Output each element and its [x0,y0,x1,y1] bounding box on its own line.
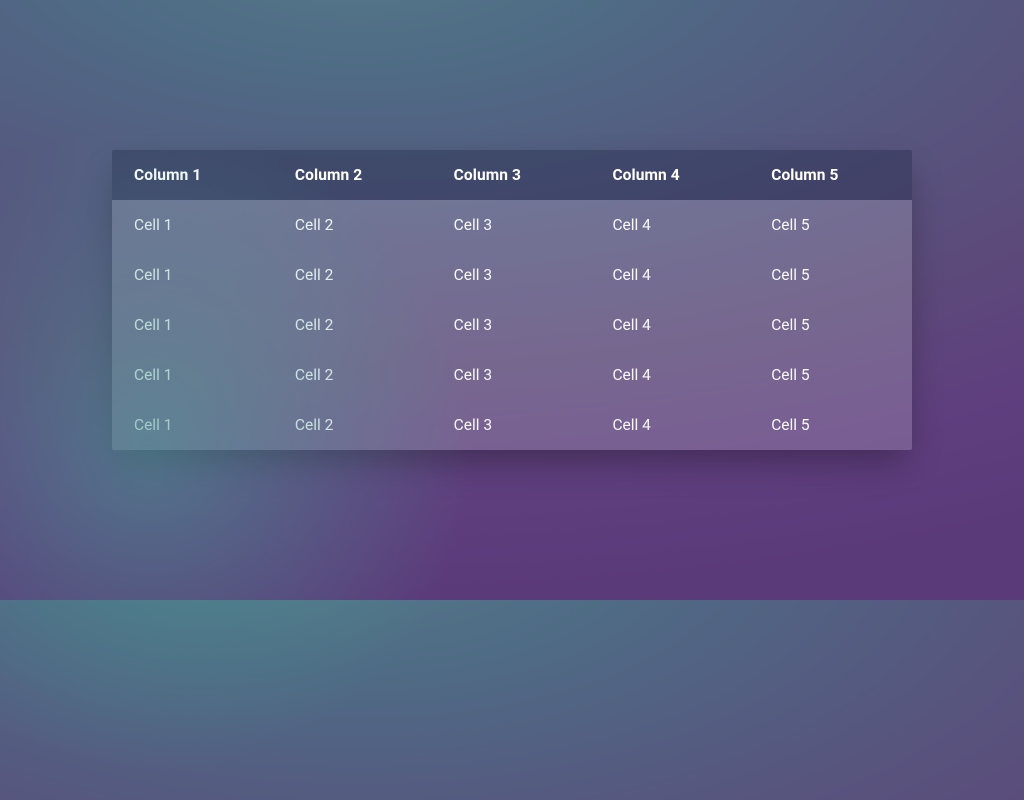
data-table-container: Column 1 Column 2 Column 3 Column 4 Colu… [112,150,912,450]
table-cell: Cell 1 [112,200,277,250]
column-header: Column 5 [753,150,912,200]
table-row: Cell 1 Cell 2 Cell 3 Cell 4 Cell 5 [112,350,912,400]
table-cell: Cell 1 [112,400,277,450]
column-header: Column 3 [436,150,595,200]
table-cell: Cell 2 [277,300,436,350]
table-cell: Cell 5 [753,350,912,400]
column-header: Column 1 [112,150,277,200]
column-header: Column 2 [277,150,436,200]
table-cell: Cell 2 [277,250,436,300]
table-cell: Cell 3 [436,350,595,400]
table-cell: Cell 5 [753,400,912,450]
table-cell: Cell 1 [112,350,277,400]
table-row: Cell 1 Cell 2 Cell 3 Cell 4 Cell 5 [112,250,912,300]
table-cell: Cell 5 [753,200,912,250]
table-body: Cell 1 Cell 2 Cell 3 Cell 4 Cell 5 Cell … [112,200,912,450]
table-cell: Cell 4 [594,400,753,450]
table-row: Cell 1 Cell 2 Cell 3 Cell 4 Cell 5 [112,200,912,250]
table-cell: Cell 4 [594,200,753,250]
table-cell: Cell 3 [436,300,595,350]
table-cell: Cell 4 [594,300,753,350]
table-cell: Cell 4 [594,350,753,400]
table-cell: Cell 3 [436,200,595,250]
table-header-row: Column 1 Column 2 Column 3 Column 4 Colu… [112,150,912,200]
table-cell: Cell 3 [436,400,595,450]
table-cell: Cell 5 [753,300,912,350]
table-cell: Cell 5 [753,250,912,300]
table-row: Cell 1 Cell 2 Cell 3 Cell 4 Cell 5 [112,300,912,350]
column-header: Column 4 [594,150,753,200]
table-header: Column 1 Column 2 Column 3 Column 4 Colu… [112,150,912,200]
table-cell: Cell 1 [112,250,277,300]
table-row: Cell 1 Cell 2 Cell 3 Cell 4 Cell 5 [112,400,912,450]
table-cell: Cell 2 [277,350,436,400]
table-cell: Cell 4 [594,250,753,300]
table-cell: Cell 3 [436,250,595,300]
data-table: Column 1 Column 2 Column 3 Column 4 Colu… [112,150,912,450]
table-cell: Cell 2 [277,400,436,450]
table-cell: Cell 2 [277,200,436,250]
table-cell: Cell 1 [112,300,277,350]
